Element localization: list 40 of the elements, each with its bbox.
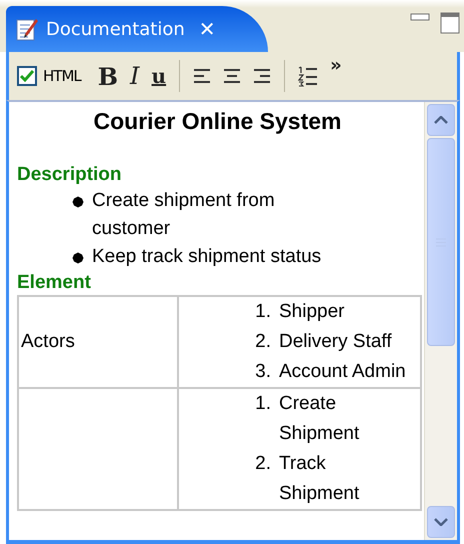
list-item: Delivery Staff	[279, 330, 392, 354]
align-right-icon	[253, 67, 272, 85]
section-heading: Element	[17, 271, 92, 295]
tab-title: Documentation	[46, 18, 185, 40]
list-item: Create shipment from customer	[92, 189, 276, 241]
list-item: Account Admin	[279, 360, 406, 384]
cell-text: Actors	[21, 331, 75, 352]
bold-button[interactable]: B	[94, 60, 122, 92]
bullet-icon	[72, 196, 84, 208]
list-item: Shipper	[279, 300, 344, 324]
document-edit-icon	[16, 17, 38, 41]
underline-button[interactable]: u	[148, 60, 170, 92]
overflow-button[interactable]: »	[327, 52, 345, 78]
bullet-icon	[72, 252, 84, 264]
close-button[interactable]: ✕	[198, 17, 216, 41]
align-center-icon	[223, 67, 242, 85]
maximize-icon	[440, 12, 460, 34]
scroll-up-button[interactable]	[427, 104, 455, 136]
chevron-up-icon	[434, 116, 448, 124]
list-number: 2.	[254, 452, 271, 476]
numbered-list-icon	[298, 65, 318, 87]
list-item: Track Shipment	[279, 452, 360, 506]
list-number: 2.	[254, 330, 271, 354]
list-number: 3.	[254, 360, 271, 384]
scrollbar[interactable]	[424, 102, 457, 540]
list-number: 1.	[254, 392, 271, 416]
document-title: Courier Online System	[92, 108, 342, 135]
html-checkbox[interactable]	[17, 66, 37, 86]
list-item: Keep track shipment status	[92, 245, 322, 269]
align-left-icon	[193, 67, 212, 85]
list-item: Create Shipment	[279, 392, 360, 446]
view-tab[interactable]: Documentation ✕	[6, 6, 268, 52]
scroll-thumb[interactable]	[427, 138, 455, 346]
chevron-down-icon	[434, 518, 448, 526]
checkmark-icon	[20, 70, 34, 82]
italic-button[interactable]: I	[127, 60, 143, 92]
list-number: 1.	[254, 300, 271, 324]
section-heading: Description	[17, 163, 123, 187]
scroll-down-button[interactable]	[427, 506, 455, 538]
html-label: HTML	[43, 67, 81, 85]
